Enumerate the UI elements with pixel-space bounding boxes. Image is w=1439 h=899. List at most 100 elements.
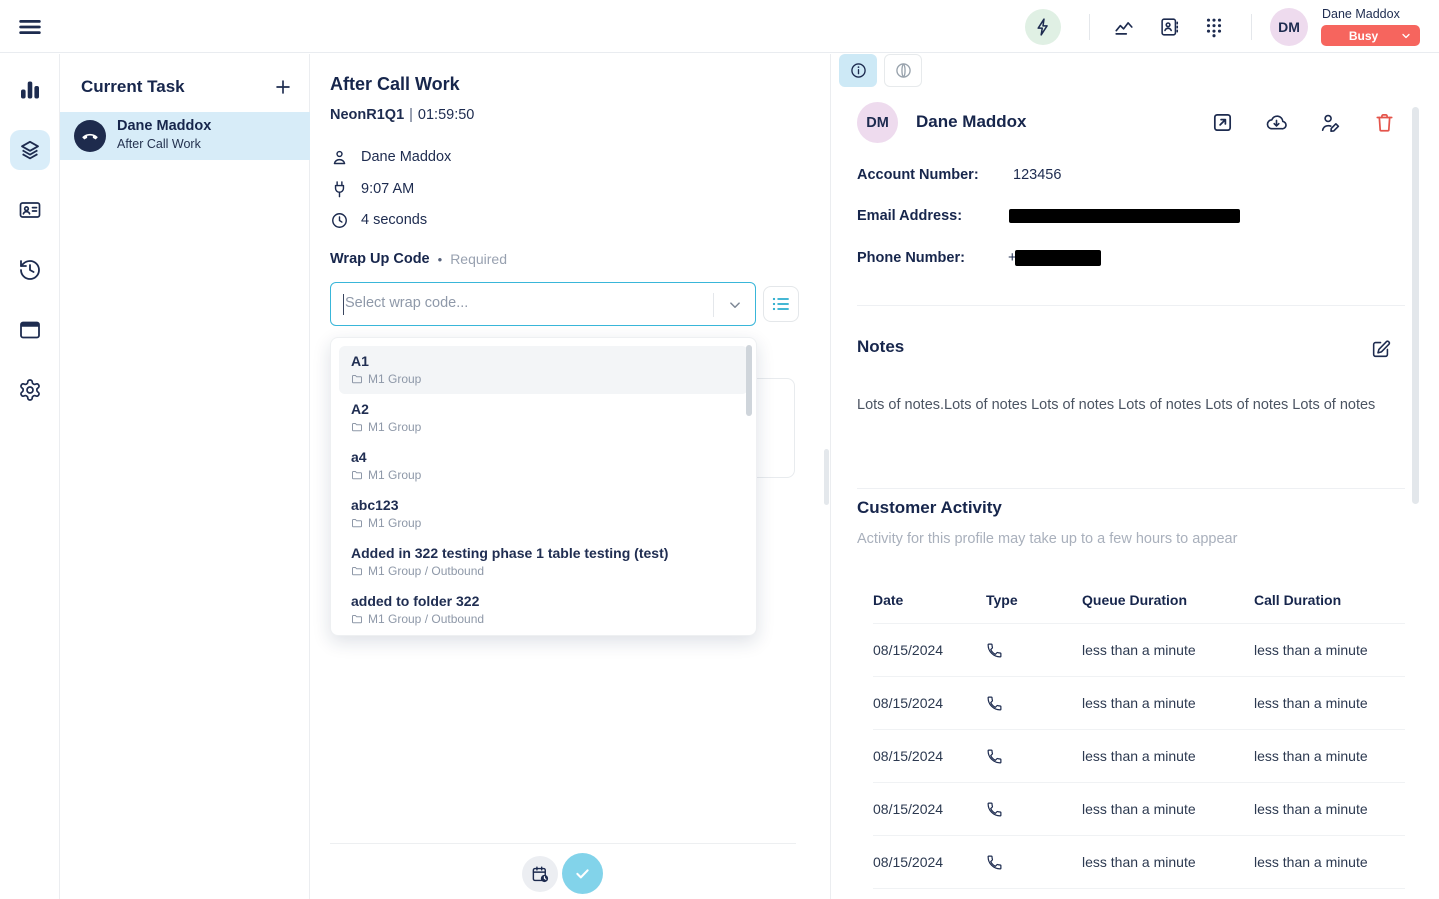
wrap-label-text: Wrap Up Code (330, 251, 430, 267)
add-task-button[interactable] (272, 76, 294, 98)
open-in-new-icon[interactable] (1211, 111, 1234, 134)
wrap-up-code-label: Wrap Up Code • Required (330, 251, 507, 267)
wrap-code-group: M1 Group (368, 516, 421, 530)
wrap-code-option[interactable]: Added in 322 testing phase 1 table testi… (339, 538, 748, 586)
person-icon (330, 148, 349, 167)
wrap-code-option[interactable]: added to folder 322 M1 Group / Outbound (339, 586, 748, 634)
folder-icon (351, 565, 363, 577)
bullet: • (438, 252, 443, 267)
profile-actions (1211, 111, 1396, 134)
activity-table-header: Date Type Queue Duration Call Duration (873, 576, 1405, 624)
task-type: After Call Work (117, 137, 201, 151)
sidebar-item-dashboard[interactable] (10, 70, 50, 110)
phone-handset-icon (81, 127, 99, 145)
activity-date: 08/15/2024 (873, 695, 986, 711)
reporting-chart-icon[interactable] (1113, 16, 1135, 38)
col-date: Date (873, 592, 986, 608)
activity-table: Date Type Queue Duration Call Duration 0… (873, 576, 1405, 889)
wrap-code-option[interactable]: A2 M1 Group (339, 394, 748, 442)
queue-name: NeonR1Q1 (330, 107, 404, 123)
wrap-code-option[interactable]: a4 M1 Group (339, 442, 748, 490)
chevron-down-icon[interactable] (726, 296, 744, 314)
activity-queue-duration: less than a minute (1082, 854, 1254, 870)
duration-row: 4 seconds (330, 209, 427, 231)
quick-actions-button[interactable] (1025, 9, 1061, 45)
sidebar-item-tasks[interactable] (10, 130, 50, 170)
activity-queue-duration: less than a minute (1082, 695, 1254, 711)
separator: | (404, 107, 418, 123)
acw-title: After Call Work (330, 74, 460, 95)
divider (713, 293, 714, 317)
browser-window-icon (18, 318, 42, 342)
activity-queue-duration: less than a minute (1082, 748, 1254, 764)
address-book-icon[interactable] (1158, 16, 1180, 38)
panel-scrollbar[interactable] (1412, 107, 1419, 504)
wrap-code-group: M1 Group (368, 372, 421, 386)
col-type: Type (986, 592, 1082, 608)
tab-ai-insights[interactable] (884, 54, 922, 87)
history-icon (18, 258, 42, 282)
wrap-code-group: M1 Group (368, 468, 421, 482)
sidebar-item-settings[interactable] (10, 370, 50, 410)
folder-icon (351, 373, 363, 385)
activity-queue-duration: less than a minute (1082, 801, 1254, 817)
top-bar: DM Dane Maddox Busy (0, 0, 1439, 53)
user-avatar[interactable]: DM (1270, 8, 1308, 46)
bar-chart-icon (18, 78, 42, 102)
layers-icon (18, 138, 42, 162)
wrap-code-title: A1 (351, 352, 736, 370)
acw-queue-timer: NeonR1Q1|01:59:50 (330, 107, 474, 123)
sidebar-item-contacts[interactable] (10, 190, 50, 230)
wrap-code-title: added to folder 322 (351, 592, 736, 610)
redacted-phone (1015, 250, 1101, 266)
status-dropdown[interactable]: Busy (1321, 25, 1420, 46)
customer-activity-title: Customer Activity (857, 498, 1002, 518)
wrap-code-group: M1 Group / Outbound (368, 564, 484, 578)
browse-wrap-codes-button[interactable] (763, 286, 799, 322)
activity-call-duration: less than a minute (1254, 748, 1405, 764)
wrap-code-option[interactable]: abc123 M1 Group (339, 490, 748, 538)
account-number-label: Account Number: (857, 167, 979, 183)
phone-call-icon (986, 854, 1082, 871)
edit-notes-icon[interactable] (1370, 338, 1392, 360)
email-label: Email Address: (857, 208, 962, 224)
profile-avatar: DM (857, 102, 898, 143)
sidebar-item-workspace[interactable] (10, 310, 50, 350)
schedule-button[interactable] (522, 856, 558, 892)
phone-label: Phone Number: (857, 250, 965, 266)
panel-scrollbar[interactable] (824, 449, 829, 505)
wrap-code-title: a4 (351, 448, 736, 466)
divider (857, 305, 1405, 306)
wrap-code-select[interactable]: Select wrap code... (330, 282, 756, 326)
divider (857, 488, 1405, 489)
cloud-download-icon[interactable] (1265, 111, 1288, 134)
status-label: Busy (1349, 29, 1378, 43)
gear-icon (18, 378, 42, 402)
wrap-code-option[interactable]: A1 M1 Group (339, 346, 748, 394)
dialpad-icon[interactable] (1203, 16, 1225, 38)
submit-wrap-up-button[interactable] (562, 853, 603, 894)
required-badge: Required (450, 251, 507, 267)
phone-call-icon (986, 695, 1082, 712)
profile-name: Dane Maddox (916, 112, 1027, 132)
account-number-value: 123456 (1013, 167, 1061, 183)
delete-contact-icon[interactable] (1373, 111, 1396, 134)
hamburger-menu-icon[interactable] (16, 13, 44, 41)
acw-countdown: 01:59:50 (418, 107, 474, 123)
phone-call-icon (986, 748, 1082, 765)
activity-date: 08/15/2024 (873, 854, 986, 870)
duration: 4 seconds (361, 212, 427, 228)
activity-call-duration: less than a minute (1254, 801, 1405, 817)
tab-contact-info[interactable] (839, 54, 877, 87)
contact-name: Dane Maddox (361, 149, 451, 165)
folder-icon (351, 517, 363, 529)
list-icon (771, 294, 791, 314)
divider (1089, 14, 1090, 40)
sidebar-item-history[interactable] (10, 250, 50, 290)
edit-contact-icon[interactable] (1319, 111, 1342, 134)
activity-date: 08/15/2024 (873, 748, 986, 764)
task-list-item[interactable]: Dane Maddox After Call Work (60, 112, 310, 160)
activity-row: 08/15/2024 less than a minute less than … (873, 624, 1405, 677)
activity-row: 08/15/2024 less than a minute less than … (873, 836, 1405, 889)
dropdown-scrollbar[interactable] (746, 345, 752, 416)
